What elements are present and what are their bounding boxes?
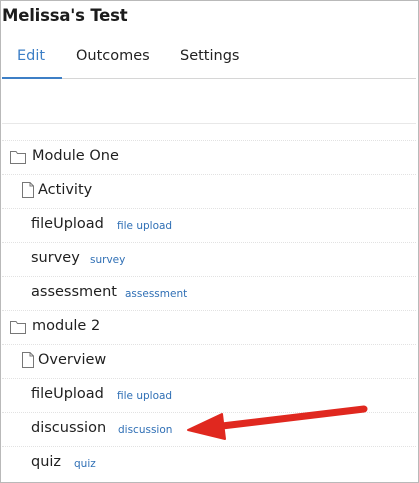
red-arrow-icon [187,405,368,440]
